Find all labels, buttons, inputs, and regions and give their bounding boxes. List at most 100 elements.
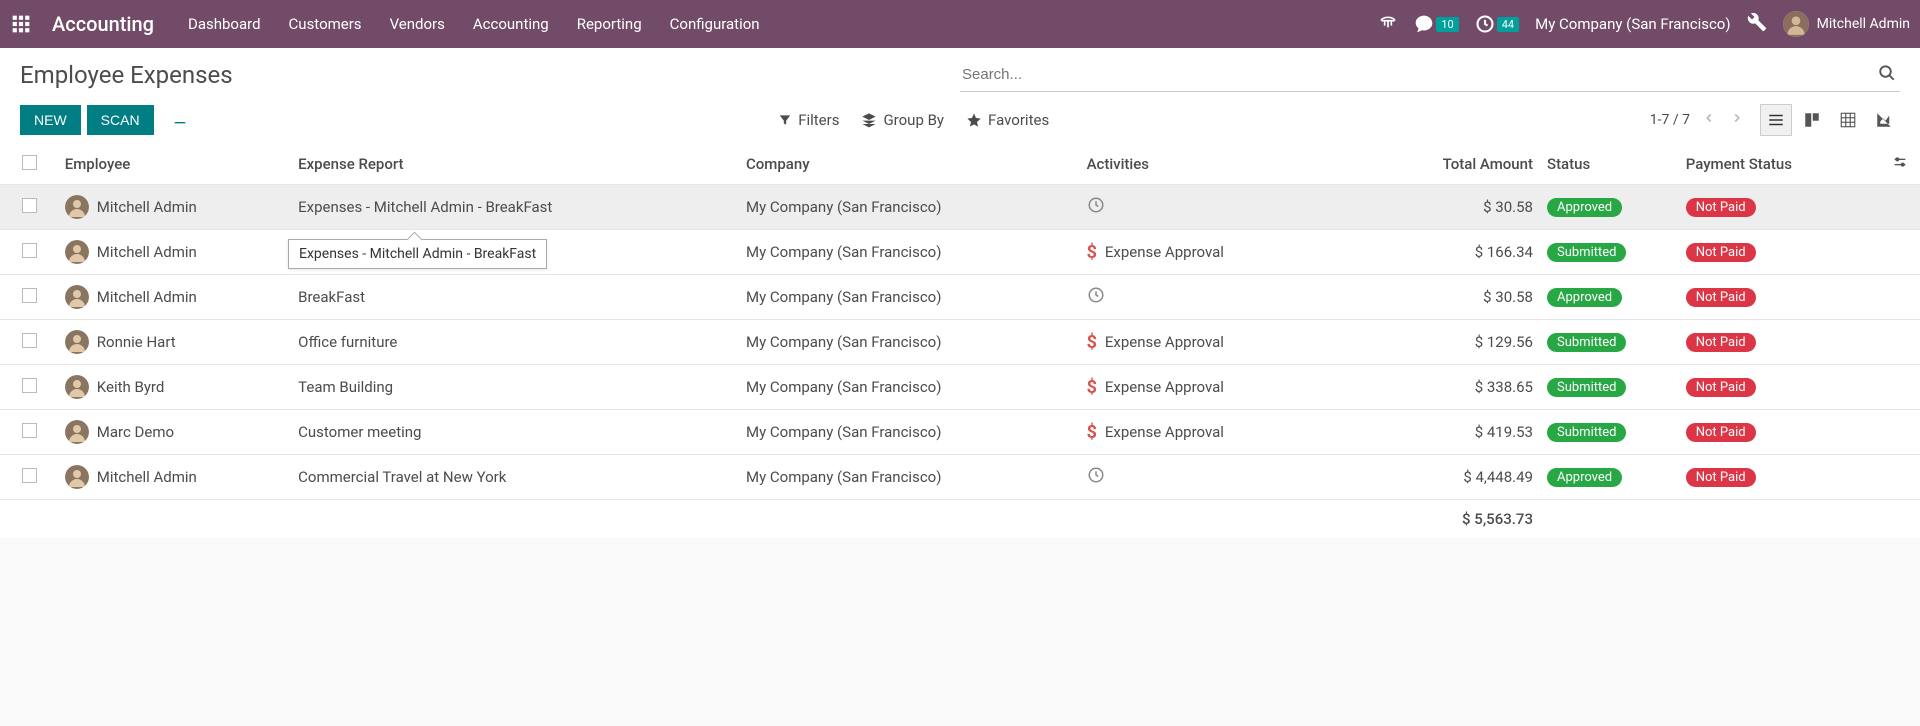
search-input[interactable] [960,62,1874,87]
filters-button[interactable]: Filters [778,111,839,129]
row-checkbox[interactable] [22,198,37,213]
table-row[interactable]: Mitchell Admin BreakFast My Company (San… [0,275,1920,320]
dollar-icon[interactable]: $ [1087,332,1097,353]
clock-icon[interactable] [1087,286,1105,308]
pager-text[interactable]: 1-7 / 7 [1650,112,1690,128]
messages-count: 10 [1436,17,1458,32]
select-all-checkbox[interactable] [22,155,37,170]
menu-configuration[interactable]: Configuration [670,15,760,33]
employee-name: Keith Byrd [97,378,165,396]
payment-badge: Not Paid [1686,288,1756,307]
row-checkbox[interactable] [22,288,37,303]
favorites-button[interactable]: Favorites [966,111,1049,129]
header-amount[interactable]: Total Amount [1419,144,1539,185]
activities-count: 44 [1497,17,1519,32]
app-title[interactable]: Accounting [52,12,154,36]
messages-icon[interactable]: 10 [1414,14,1458,34]
menu-dashboard[interactable]: Dashboard [188,15,261,33]
control-panel: Employee Expenses NEW SCAN Filters Group… [0,48,1920,144]
header-report[interactable]: Expense Report [290,144,738,185]
favorites-label: Favorites [988,111,1049,129]
kanban-view-icon[interactable] [1796,104,1828,136]
activity-text: Expense Approval [1105,243,1224,261]
graph-view-icon[interactable] [1868,104,1900,136]
scan-button[interactable]: SCAN [87,105,154,135]
user-menu[interactable]: Mitchell Admin [1783,11,1910,37]
breadcrumb: Employee Expenses [20,61,233,89]
menu-customers[interactable]: Customers [289,15,362,33]
menu-accounting[interactable]: Accounting [473,15,549,33]
expense-report-cell: Customer meeting [290,410,738,455]
company-cell: My Company (San Francisco) [738,320,1079,365]
download-icon[interactable] [172,110,188,130]
expense-report-cell: Commercial Travel at New York [290,455,738,500]
header-activities[interactable]: Activities [1079,144,1420,185]
expense-report-cell: Team Building [290,365,738,410]
payment-badge: Not Paid [1686,378,1756,397]
employee-avatar [65,195,89,219]
pager-prev-icon[interactable] [1700,111,1718,129]
expense-report-cell: BreakFast [290,275,738,320]
dollar-icon[interactable]: $ [1087,422,1097,443]
employee-avatar [65,285,89,309]
amount-cell: $ 419.53 [1419,410,1539,455]
amount-cell: $ 4,448.49 [1419,455,1539,500]
payment-badge: Not Paid [1686,423,1756,442]
header-employee[interactable]: Employee [57,144,290,185]
dollar-icon[interactable]: $ [1087,242,1097,263]
header-company[interactable]: Company [738,144,1079,185]
table-row[interactable]: Keith Byrd Team Building My Company (San… [0,365,1920,410]
table-row[interactable]: Ronnie Hart Office furniture My Company … [0,320,1920,365]
topbar: Accounting Dashboard Customers Vendors A… [0,0,1920,48]
main-menu: Dashboard Customers Vendors Accounting R… [188,15,760,33]
company-cell: My Company (San Francisco) [738,365,1079,410]
table-row[interactable]: Marc Demo Customer meeting My Company (S… [0,410,1920,455]
company-cell: My Company (San Francisco) [738,185,1079,230]
table-row[interactable]: Mitchell Admin Commercial Travel at New … [0,455,1920,500]
menu-reporting[interactable]: Reporting [577,15,642,33]
search-bar[interactable] [960,58,1900,92]
status-badge: Submitted [1547,333,1626,352]
new-button[interactable]: NEW [20,105,81,135]
shortcuts-icon[interactable] [1378,14,1398,34]
payment-badge: Not Paid [1686,198,1756,217]
user-name: Mitchell Admin [1817,16,1910,32]
dollar-icon[interactable]: $ [1087,377,1097,398]
filters-label: Filters [798,111,839,129]
optional-columns-icon[interactable] [1880,144,1920,185]
row-checkbox[interactable] [22,243,37,258]
amount-cell: $ 166.34 [1419,230,1539,275]
pivot-view-icon[interactable] [1832,104,1864,136]
employee-name: Marc Demo [97,423,174,441]
menu-vendors[interactable]: Vendors [390,15,445,33]
expense-report-cell: Expenses - Mitchell Admin - BreakFast [290,185,738,230]
employee-name: Ronnie Hart [97,333,176,351]
status-badge: Submitted [1547,243,1626,262]
status-badge: Submitted [1547,423,1626,442]
header-payment[interactable]: Payment Status [1678,144,1880,185]
total-amount: $ 5,563.73 [1419,500,1539,539]
row-checkbox[interactable] [22,423,37,438]
clock-icon[interactable] [1087,196,1105,218]
row-checkbox[interactable] [22,333,37,348]
activities-icon[interactable]: 44 [1475,14,1519,34]
row-checkbox[interactable] [22,378,37,393]
groupby-button[interactable]: Group By [861,111,944,129]
company-selector[interactable]: My Company (San Francisco) [1535,15,1730,33]
status-badge: Approved [1547,468,1622,487]
table-row[interactable]: Mitchell Admin Expenses - Mitchell Admin… [0,185,1920,230]
status-badge: Approved [1547,288,1622,307]
company-cell: My Company (San Francisco) [738,275,1079,320]
pager-next-icon[interactable] [1728,111,1746,129]
clock-icon[interactable] [1087,466,1105,488]
apps-icon[interactable] [10,13,32,35]
employee-avatar [65,420,89,444]
amount-cell: $ 129.56 [1419,320,1539,365]
search-icon[interactable] [1874,64,1900,86]
debug-icon[interactable] [1747,12,1767,36]
pager: 1-7 / 7 [1650,111,1746,129]
header-status[interactable]: Status [1539,144,1678,185]
list-view-icon[interactable] [1760,104,1792,136]
activity-text: Expense Approval [1105,333,1224,351]
row-checkbox[interactable] [22,468,37,483]
